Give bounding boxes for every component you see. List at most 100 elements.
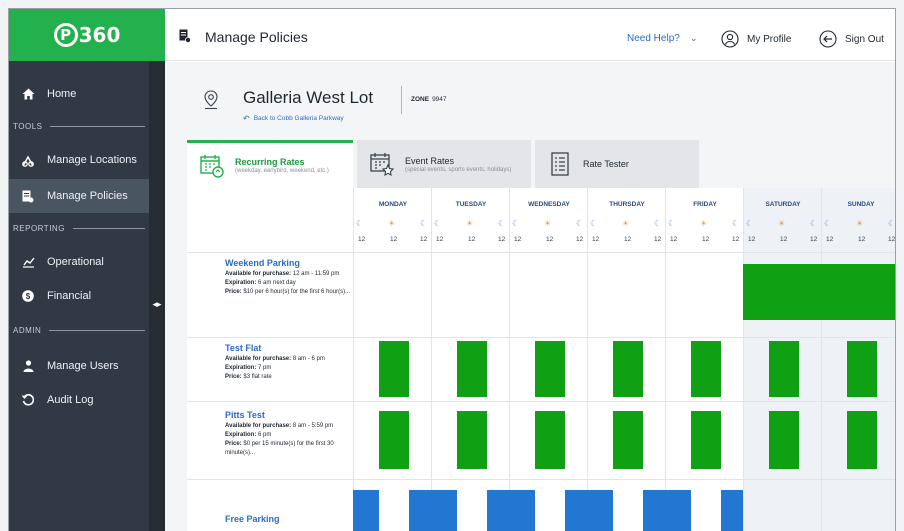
rate-block-test-flat[interactable]	[535, 341, 565, 397]
sidebar-item-audit-log[interactable]: Audit Log	[9, 383, 149, 417]
moon-icon: ☾	[498, 219, 506, 228]
moon-icon: ☾	[668, 219, 676, 228]
policy-test-flat[interactable]: Test Flat Available for purchase: 8 am -…	[225, 343, 353, 382]
hour-label: 12	[826, 236, 834, 243]
policy-name[interactable]: Weekend Parking	[225, 258, 353, 268]
rate-block-weekend-parking[interactable]	[743, 264, 895, 320]
app-window: P 360 Home TOOLS Manage Locations Manage…	[8, 8, 896, 531]
purchase-value: 8 am - 5:59 pm	[292, 423, 334, 429]
hour-label: 12	[592, 236, 600, 243]
tab-event-rates[interactable]: Event Rates (special events, sports even…	[357, 140, 531, 188]
sidebar-item-manage-locations[interactable]: Manage Locations	[9, 143, 149, 177]
sun-icon: ☀	[778, 219, 786, 228]
main-content: Galleria West Lot ↶ Back to Cobb Galleri…	[165, 62, 896, 531]
rate-block-test-flat[interactable]	[691, 341, 721, 397]
rate-block-test-flat[interactable]	[379, 341, 409, 397]
hour-label: 12	[732, 236, 740, 243]
rate-block-pitts-test[interactable]	[691, 411, 721, 469]
section-label: TOOLS	[13, 121, 43, 131]
tab-rate-tester[interactable]: Rate Tester	[535, 140, 699, 188]
sign-out-icon[interactable]	[819, 30, 837, 48]
sidebar-item-label: Audit Log	[47, 394, 94, 406]
policy-weekend-parking[interactable]: Weekend Parking Available for purchase: …	[225, 258, 353, 297]
hour-label: 12	[702, 236, 710, 243]
price-value: $0 per 15 minute(s) for the first 30 min…	[225, 441, 334, 456]
moon-icon: ☾	[576, 219, 584, 228]
rate-block-pitts-test[interactable]	[535, 411, 565, 469]
rate-block-test-flat[interactable]	[769, 341, 799, 397]
collapse-toggle-icon[interactable]: ◂▸	[150, 297, 164, 311]
logo-p-mark: P	[53, 23, 78, 47]
moon-icon: ☾	[420, 219, 428, 228]
sun-icon: ☀	[856, 219, 864, 228]
policies-icon	[21, 189, 35, 203]
p360-logo[interactable]: P 360	[53, 23, 120, 47]
location-name: Galleria West Lot	[243, 88, 374, 107]
sidebar-item-operational[interactable]: Operational	[9, 245, 149, 279]
sidebar-item-label: Operational	[47, 256, 104, 268]
back-link[interactable]: ↶ Back to Cobb Galleria Parkway	[243, 114, 344, 123]
rate-block-pitts-test[interactable]	[613, 411, 643, 469]
moon-icon: ☾	[654, 219, 662, 228]
sidebar-item-label: Financial	[47, 290, 92, 302]
sidebar-item-manage-users[interactable]: Manage Users	[9, 349, 149, 383]
sun-icon: ☀	[544, 219, 552, 228]
sidebar-item-financial[interactable]: $ Financial	[9, 279, 149, 313]
expiration-value: 6 am next day	[258, 280, 296, 286]
my-profile-link[interactable]: My Profile	[747, 34, 791, 45]
rate-block-pitts-test[interactable]	[379, 411, 409, 469]
sidebar-item-manage-policies[interactable]: Manage Policies	[9, 179, 149, 213]
day-name: MONDAY	[378, 201, 408, 208]
rate-block-free-parking[interactable]	[487, 490, 535, 531]
rate-block-free-parking[interactable]	[643, 490, 691, 531]
rate-block-test-flat[interactable]	[847, 341, 877, 397]
rate-block-free-parking[interactable]	[565, 490, 613, 531]
sun-icon: ☀	[700, 219, 708, 228]
rate-block-free-parking[interactable]	[353, 490, 379, 531]
tab-title: Recurring Rates	[235, 157, 305, 167]
price-label: Price:	[225, 289, 242, 295]
policy-free-parking[interactable]: Free Parking	[225, 514, 353, 526]
sign-out-link[interactable]: Sign Out	[845, 34, 884, 45]
rate-block-test-flat[interactable]	[457, 341, 487, 397]
rate-block-pitts-test[interactable]	[769, 411, 799, 469]
day-name: SATURDAY	[765, 201, 801, 208]
sidebar-item-home[interactable]: Home	[9, 77, 149, 111]
zone-label: ZONE	[411, 96, 430, 103]
home-icon	[21, 87, 35, 101]
rate-block-pitts-test[interactable]	[457, 411, 487, 469]
day-name: FRIDAY	[693, 201, 717, 208]
chevron-down-icon[interactable]: ⌄	[690, 33, 698, 44]
hour-label: 12	[390, 236, 398, 243]
need-help-link[interactable]: Need Help?	[627, 33, 680, 44]
policies-icon	[179, 29, 193, 43]
rate-block-free-parking[interactable]	[721, 490, 743, 531]
expiration-label: Expiration:	[225, 280, 257, 286]
day-name: SUNDAY	[847, 201, 875, 208]
hour-label: 12	[888, 236, 896, 243]
row-divider	[187, 401, 895, 402]
expiration-value: 6 pm	[258, 432, 272, 438]
rate-block-pitts-test[interactable]	[847, 411, 877, 469]
hour-label: 12	[498, 236, 506, 243]
zone-value: 9947	[432, 96, 447, 103]
profile-icon[interactable]	[721, 30, 739, 48]
hour-label: 12	[858, 236, 866, 243]
tab-subtitle: (special events, sports events, holidays…	[405, 166, 512, 173]
section-admin: ADMIN	[13, 323, 145, 337]
policy-name[interactable]: Pitts Test	[225, 410, 353, 420]
policy-name[interactable]: Test Flat	[225, 343, 353, 353]
hour-label: 12	[810, 236, 818, 243]
sidebar-item-label: Manage Locations	[47, 154, 137, 166]
policy-name[interactable]: Free Parking	[225, 514, 353, 524]
day-name: TUESDAY	[455, 201, 487, 208]
page-title: Manage Policies	[205, 29, 308, 45]
policy-pitts-test[interactable]: Pitts Test Available for purchase: 8 am …	[225, 410, 353, 458]
moon-icon: ☾	[888, 219, 896, 228]
tab-recurring-rates[interactable]: Recurring Rates (weekday, earlybird, wee…	[187, 140, 353, 188]
back-link-label: Back to Cobb Galleria Parkway	[253, 115, 344, 122]
hour-label: 12	[654, 236, 662, 243]
purchase-label: Available for purchase:	[225, 356, 292, 362]
rate-block-free-parking[interactable]	[409, 490, 457, 531]
rate-block-test-flat[interactable]	[613, 341, 643, 397]
